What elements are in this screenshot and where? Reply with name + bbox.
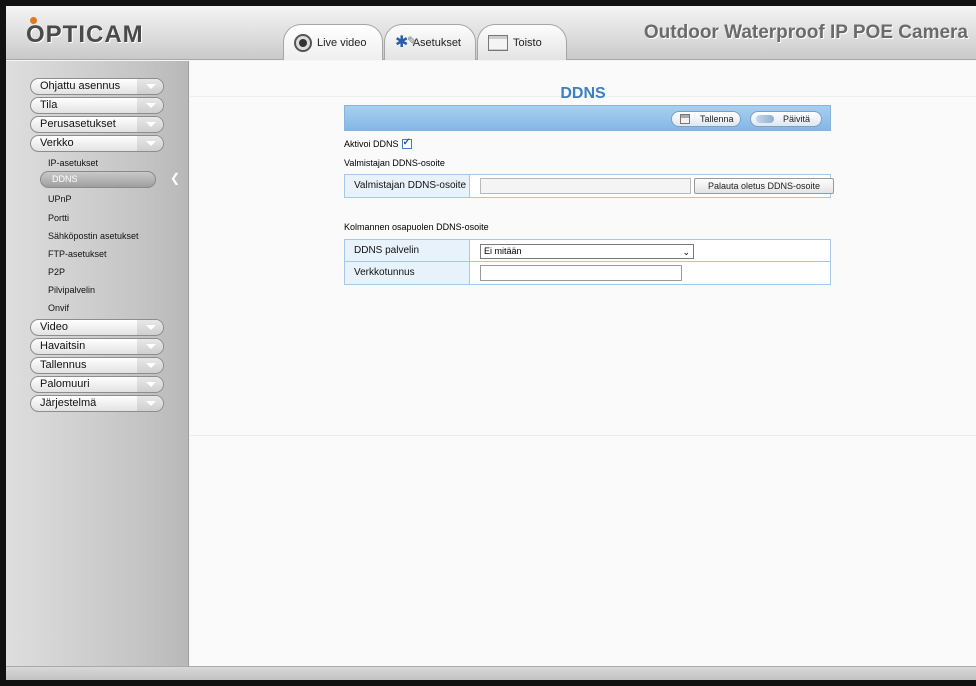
logo: OPTICAM (26, 17, 144, 49)
restore-default-ddns-button[interactable]: Palauta oletus DDNS-osoite (694, 178, 834, 194)
bottom-band (6, 666, 976, 680)
manufacturer-ddns-label: Valmistajan DDNS-osoite (345, 175, 470, 197)
menu-label: Tallennus (40, 359, 87, 371)
chevron-down-icon (137, 339, 163, 354)
sidebar-item-onvif[interactable]: Onvif (48, 303, 69, 313)
chevron-down-icon (137, 377, 163, 392)
chevron-down-icon (137, 117, 163, 132)
menu-label: Palomuuri (40, 378, 90, 390)
domain-row: Verkkotunnus (345, 262, 830, 284)
sidebar-item-sahkoposti[interactable]: Sähköpostin asetukset (48, 231, 139, 241)
save-button-label: Tallenna (700, 114, 734, 124)
manufacturer-section-label: Valmistajan DDNS-osoite (344, 158, 445, 168)
manufacturer-ddns-input[interactable] (480, 178, 691, 194)
menu-tallennus[interactable]: Tallennus (30, 357, 164, 374)
refresh-button-label: Päivitä (783, 114, 811, 124)
enable-ddns-row: Aktivoi DDNS (344, 137, 412, 149)
tab-live-video-label: Live video (317, 36, 367, 49)
tab-live-video[interactable]: Live video (283, 24, 383, 60)
chevron-down-icon (137, 136, 163, 151)
menu-label: Havaitsin (40, 340, 86, 352)
main-content: DDNS Tallenna Päivitä Aktivoi DDNS Valmi… (190, 61, 976, 680)
product-title: Outdoor Waterproof IP POE Camera (643, 22, 968, 43)
sidebar-item-ftp[interactable]: FTP-asetukset (48, 249, 107, 259)
save-icon (680, 114, 690, 124)
sidebar-item-pilvipalvelin[interactable]: Pilvipalvelin (48, 285, 95, 295)
menu-verkko[interactable]: Verkko (30, 135, 164, 152)
save-button[interactable]: Tallenna (671, 111, 741, 127)
logo-dot (30, 17, 37, 24)
sidebar-item-ip-asetukset[interactable]: IP-asetukset (48, 158, 98, 168)
enable-ddns-checkbox[interactable] (401, 137, 412, 149)
chevron-down-icon (137, 98, 163, 113)
menu-label: Video (40, 321, 68, 333)
sidebar-item-ddns[interactable]: DDNS (40, 171, 156, 188)
third-party-ddns-table: DDNS palvelin Ei mitään ⌄ Verkkotunnus (344, 239, 831, 285)
screen-frame: OPTICAM Live video Asetukset Toisto Outd… (0, 0, 976, 686)
gear-icon (395, 32, 417, 52)
refresh-button[interactable]: Päivitä (750, 111, 822, 127)
domain-input[interactable] (480, 265, 682, 281)
manufacturer-ddns-row: Valmistajan DDNS-osoite Palauta oletus D… (345, 175, 834, 197)
content-divider (190, 435, 976, 436)
logo-text: OPTICAM (26, 21, 144, 48)
sidebar-item-upnp[interactable]: UPnP (48, 194, 72, 204)
menu-havaitsin[interactable]: Havaitsin (30, 338, 164, 355)
domain-cell (470, 262, 830, 284)
sidebar: Ohjattu asennus Tila Perusasetukset Verk… (6, 61, 189, 680)
chevron-down-icon (137, 79, 163, 94)
tab-playback-label: Toisto (513, 36, 542, 49)
chevron-down-icon: ⌄ (682, 247, 690, 257)
header: OPTICAM Live video Asetukset Toisto Outd… (6, 6, 976, 60)
menu-label: Verkko (40, 137, 74, 149)
menu-video[interactable]: Video (30, 319, 164, 336)
chevron-down-icon (137, 396, 163, 411)
third-party-section-label: Kolmannen osapuolen DDNS-osoite (344, 222, 489, 232)
sidebar-item-portti[interactable]: Portti (48, 213, 69, 223)
menu-label: Tila (40, 99, 58, 111)
ddns-server-cell: Ei mitään ⌄ (470, 240, 830, 261)
menu-tila[interactable]: Tila (30, 97, 164, 114)
enable-ddns-label: Aktivoi DDNS (344, 139, 399, 149)
page-title: DDNS (560, 85, 606, 102)
ddns-server-value: Ei mitään (484, 246, 522, 256)
camera-web-ui: OPTICAM Live video Asetukset Toisto Outd… (6, 6, 976, 680)
menu-label: Järjestelmä (40, 397, 97, 409)
selected-arrow-icon: ❮ (170, 171, 181, 185)
manufacturer-ddns-cell: Palauta oletus DDNS-osoite (470, 175, 834, 197)
refresh-icon (756, 115, 774, 123)
chevron-down-icon (137, 320, 163, 335)
menu-jarjestelma[interactable]: Järjestelmä (30, 395, 164, 412)
sidebar-item-p2p[interactable]: P2P (48, 267, 65, 277)
menu-label: Perusasetukset (40, 118, 116, 130)
menu-perusasetukset[interactable]: Perusasetukset (30, 116, 164, 133)
chevron-down-icon (137, 358, 163, 373)
menu-palomuuri[interactable]: Palomuuri (30, 376, 164, 393)
film-icon (488, 34, 508, 51)
manufacturer-ddns-table: Valmistajan DDNS-osoite Palauta oletus D… (344, 174, 834, 198)
toolbar: Tallenna Päivitä (344, 105, 831, 131)
ddns-server-row: DDNS palvelin Ei mitään ⌄ (345, 240, 830, 262)
tab-settings-label: Asetukset (412, 36, 461, 49)
menu-ohjattu-asennus[interactable]: Ohjattu asennus (30, 78, 164, 95)
domain-label: Verkkotunnus (345, 262, 470, 284)
tab-settings[interactable]: Asetukset (384, 24, 476, 60)
tab-playback[interactable]: Toisto (477, 24, 567, 60)
ddns-server-label: DDNS palvelin (345, 240, 470, 261)
menu-label: Ohjattu asennus (40, 80, 121, 92)
ddns-server-select[interactable]: Ei mitään ⌄ (480, 244, 694, 259)
camera-icon (294, 33, 312, 52)
